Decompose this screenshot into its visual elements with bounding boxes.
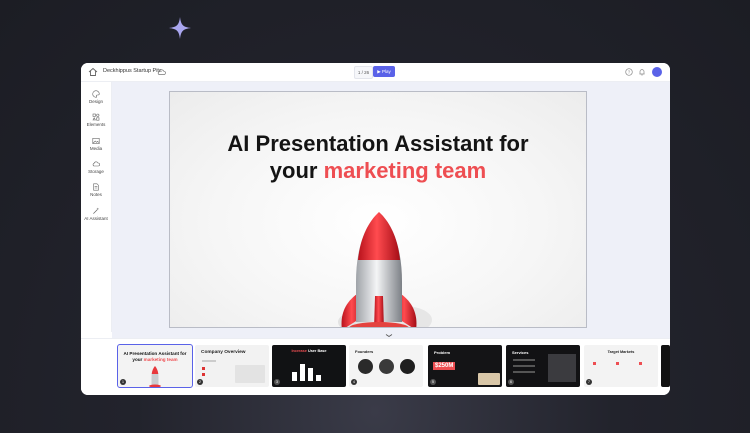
thumb-title: Target Markets — [607, 350, 635, 354]
cloud-icon — [92, 161, 100, 167]
svg-text:?: ? — [628, 70, 631, 75]
notes-icon — [93, 183, 99, 191]
thumbnail-slide-7[interactable]: Target Markets 7 — [584, 345, 658, 387]
help-icon[interactable]: ? — [625, 68, 633, 76]
thumb-founder-photo — [400, 359, 415, 374]
thumb-title-rest: User Base — [307, 349, 327, 353]
bell-icon[interactable] — [638, 68, 646, 76]
thumb-bar — [308, 368, 313, 381]
sidebar-item-design[interactable]: Design — [81, 90, 111, 104]
thumb-bullet-icon — [616, 362, 619, 365]
thumb-text-line — [513, 365, 535, 367]
sidebar: Design Elements Media Storage Notes AI A… — [81, 82, 112, 332]
thumb-bar — [300, 364, 305, 381]
thumb-title: Problem — [434, 350, 451, 355]
cloud-sync-icon[interactable] — [157, 68, 166, 76]
sidebar-item-media[interactable]: Media — [81, 137, 111, 151]
document-title[interactable]: Deckhippus Startup Pitc — [103, 68, 162, 74]
sidebar-item-ai-assistant[interactable]: AI Assistant — [81, 207, 111, 221]
thumbnail-number: 4 — [351, 379, 357, 385]
thumb-title-accent: marketing team — [143, 357, 178, 362]
thumbnail-slide-5[interactable]: Problem $250M 5 — [428, 345, 502, 387]
slide-title-accent: marketing team — [323, 158, 487, 183]
thumbnail-number: 1 — [120, 379, 126, 385]
play-icon: ▶ — [377, 69, 381, 74]
thumbnail-slide-8-partial[interactable] — [661, 345, 670, 387]
user-avatar[interactable] — [652, 67, 662, 77]
play-button[interactable]: ▶ Play — [373, 66, 395, 77]
slide-title-prefix: your — [269, 158, 318, 183]
thumb-bar — [316, 375, 321, 381]
thumb-image — [235, 365, 265, 383]
sidebar-item-notes[interactable]: Notes — [81, 183, 111, 197]
thumb-bullet-icon — [202, 367, 205, 370]
thumb-value-badge: $250M — [433, 362, 456, 370]
thumb-title: Services — [512, 350, 529, 355]
thumb-title-line1: AI Presentation Assistant for — [123, 351, 187, 356]
sidebar-item-label: Media — [89, 146, 103, 151]
home-icon[interactable] — [88, 67, 98, 77]
thumb-title-prefix: your — [132, 357, 143, 362]
thumb-founder-photo — [358, 359, 373, 374]
thumb-image — [478, 373, 500, 385]
sidebar-item-elements[interactable]: Elements — [81, 113, 111, 127]
slide-thumbnails: AI Presentation Assistant for your marke… — [81, 338, 670, 395]
sidebar-item-label: Elements — [86, 122, 106, 127]
thumbnail-slide-1[interactable]: AI Presentation Assistant for your marke… — [117, 344, 193, 388]
magic-wand-icon — [93, 207, 100, 214]
thumbnail-number: 7 — [586, 379, 592, 385]
app-window: Deckhippus Startup Pitc 1 / 26 ▶ Play ? … — [81, 63, 670, 395]
sparkle-icon — [169, 17, 191, 39]
thumb-text-line — [513, 371, 535, 373]
sidebar-item-label: Design — [88, 99, 103, 104]
thumb-title: Company Overview — [201, 350, 246, 355]
image-icon — [92, 137, 100, 145]
play-button-label: Play — [381, 69, 391, 74]
thumb-bar — [292, 372, 297, 381]
page-indicator[interactable]: 1 / 26 — [354, 66, 373, 79]
main-slide[interactable]: AI Presentation Assistant for your marke… — [169, 91, 587, 328]
thumbnail-number: 3 — [274, 379, 280, 385]
elements-icon — [92, 113, 100, 121]
thumbnail-number: 5 — [430, 379, 436, 385]
sidebar-item-label: Storage — [88, 169, 104, 174]
slide-title[interactable]: AI Presentation Assistant for your marke… — [170, 130, 586, 184]
thumb-title-prefix: Increase — [291, 349, 307, 353]
sidebar-item-label: AI Assistant — [84, 216, 108, 221]
thumb-text-line — [202, 360, 216, 362]
sidebar-item-label: Notes — [90, 192, 102, 197]
thumbnail-slide-6[interactable]: Services 6 — [506, 345, 580, 387]
thumbnail-slide-2[interactable]: Company Overview 2 — [195, 345, 269, 387]
slide-title-line1: AI Presentation Assistant for — [227, 131, 529, 156]
rocket-image — [338, 212, 432, 327]
thumbnail-number: 6 — [508, 379, 514, 385]
sidebar-item-storage[interactable]: Storage — [81, 160, 111, 174]
thumb-bullet-icon — [202, 373, 205, 376]
thumb-title: Increase User Base — [272, 349, 346, 353]
thumbnail-number: 2 — [197, 379, 203, 385]
thumbnail-slide-4[interactable]: Founders 4 — [349, 345, 423, 387]
thumb-bullet-icon — [639, 362, 642, 365]
top-bar: Deckhippus Startup Pitc 1 / 26 ▶ Play ? — [81, 63, 670, 82]
thumbnail-slide-3[interactable]: Increase User Base 3 — [272, 345, 346, 387]
editor-canvas: AI Presentation Assistant for your marke… — [112, 82, 670, 338]
thumb-image — [548, 354, 576, 382]
rocket-thumb-image — [149, 366, 161, 387]
thumb-bullet-icon — [593, 362, 596, 365]
thumb-text-line — [513, 359, 535, 361]
thumb-title: Founders — [355, 349, 374, 354]
thumb-founder-photo — [379, 359, 394, 374]
palette-icon — [92, 90, 100, 98]
